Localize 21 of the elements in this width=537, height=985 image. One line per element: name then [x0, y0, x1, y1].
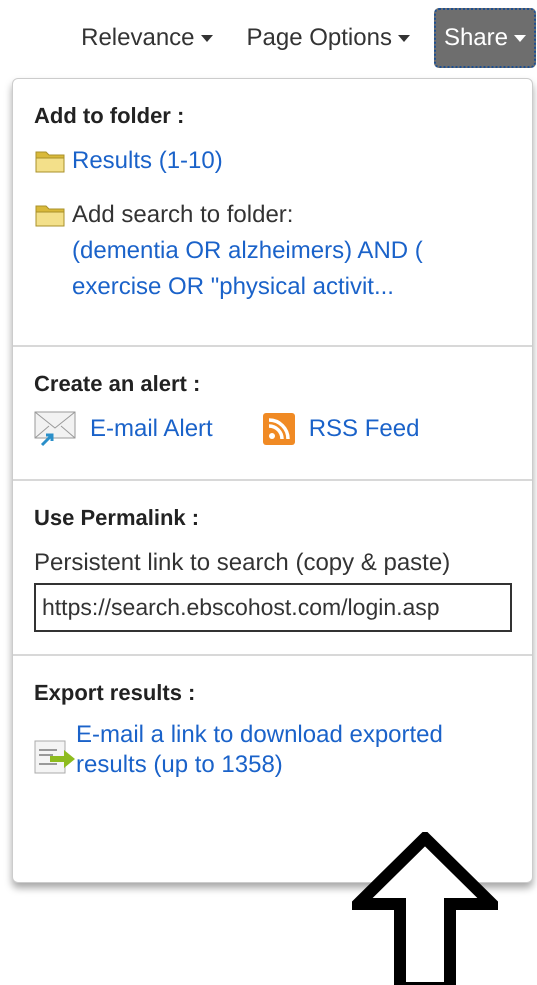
caret-icon [398, 34, 410, 42]
section-heading: Export results : [34, 680, 196, 706]
dropdown-tab[interactable]: Page Options [236, 8, 420, 68]
caret-icon [200, 34, 213, 42]
alert-link[interactable]: E-mail Alert [90, 411, 213, 447]
export-icon [34, 740, 76, 774]
rss-icon [262, 413, 295, 445]
section-heading: Use Permalink : [34, 505, 200, 531]
permalink-note: Persistent link to search (copy & paste) [34, 549, 450, 576]
folder-label: Add search to folder: [72, 200, 294, 230]
export-link[interactable]: E-mail a link to download exported results (up to 1358) [76, 720, 496, 780]
caret-icon [514, 34, 526, 42]
section-heading: Add to folder : [34, 103, 186, 129]
section-heading: Create an alert : [34, 371, 202, 397]
dropdown-tab[interactable]: Share [434, 8, 536, 68]
folder-link[interactable]: (dementia OR alzheimers) AND ( exercise OR "physical activit... [72, 233, 472, 305]
alert-link[interactable]: RSS Feed [308, 411, 420, 447]
folder-link[interactable]: Results (1-10) [72, 143, 223, 179]
dropdown-tab[interactable]: Relevance [71, 8, 223, 68]
envelope-icon [34, 411, 76, 447]
permalink-field[interactable]: https://search.ebscohost.com/login.asp [34, 583, 512, 632]
